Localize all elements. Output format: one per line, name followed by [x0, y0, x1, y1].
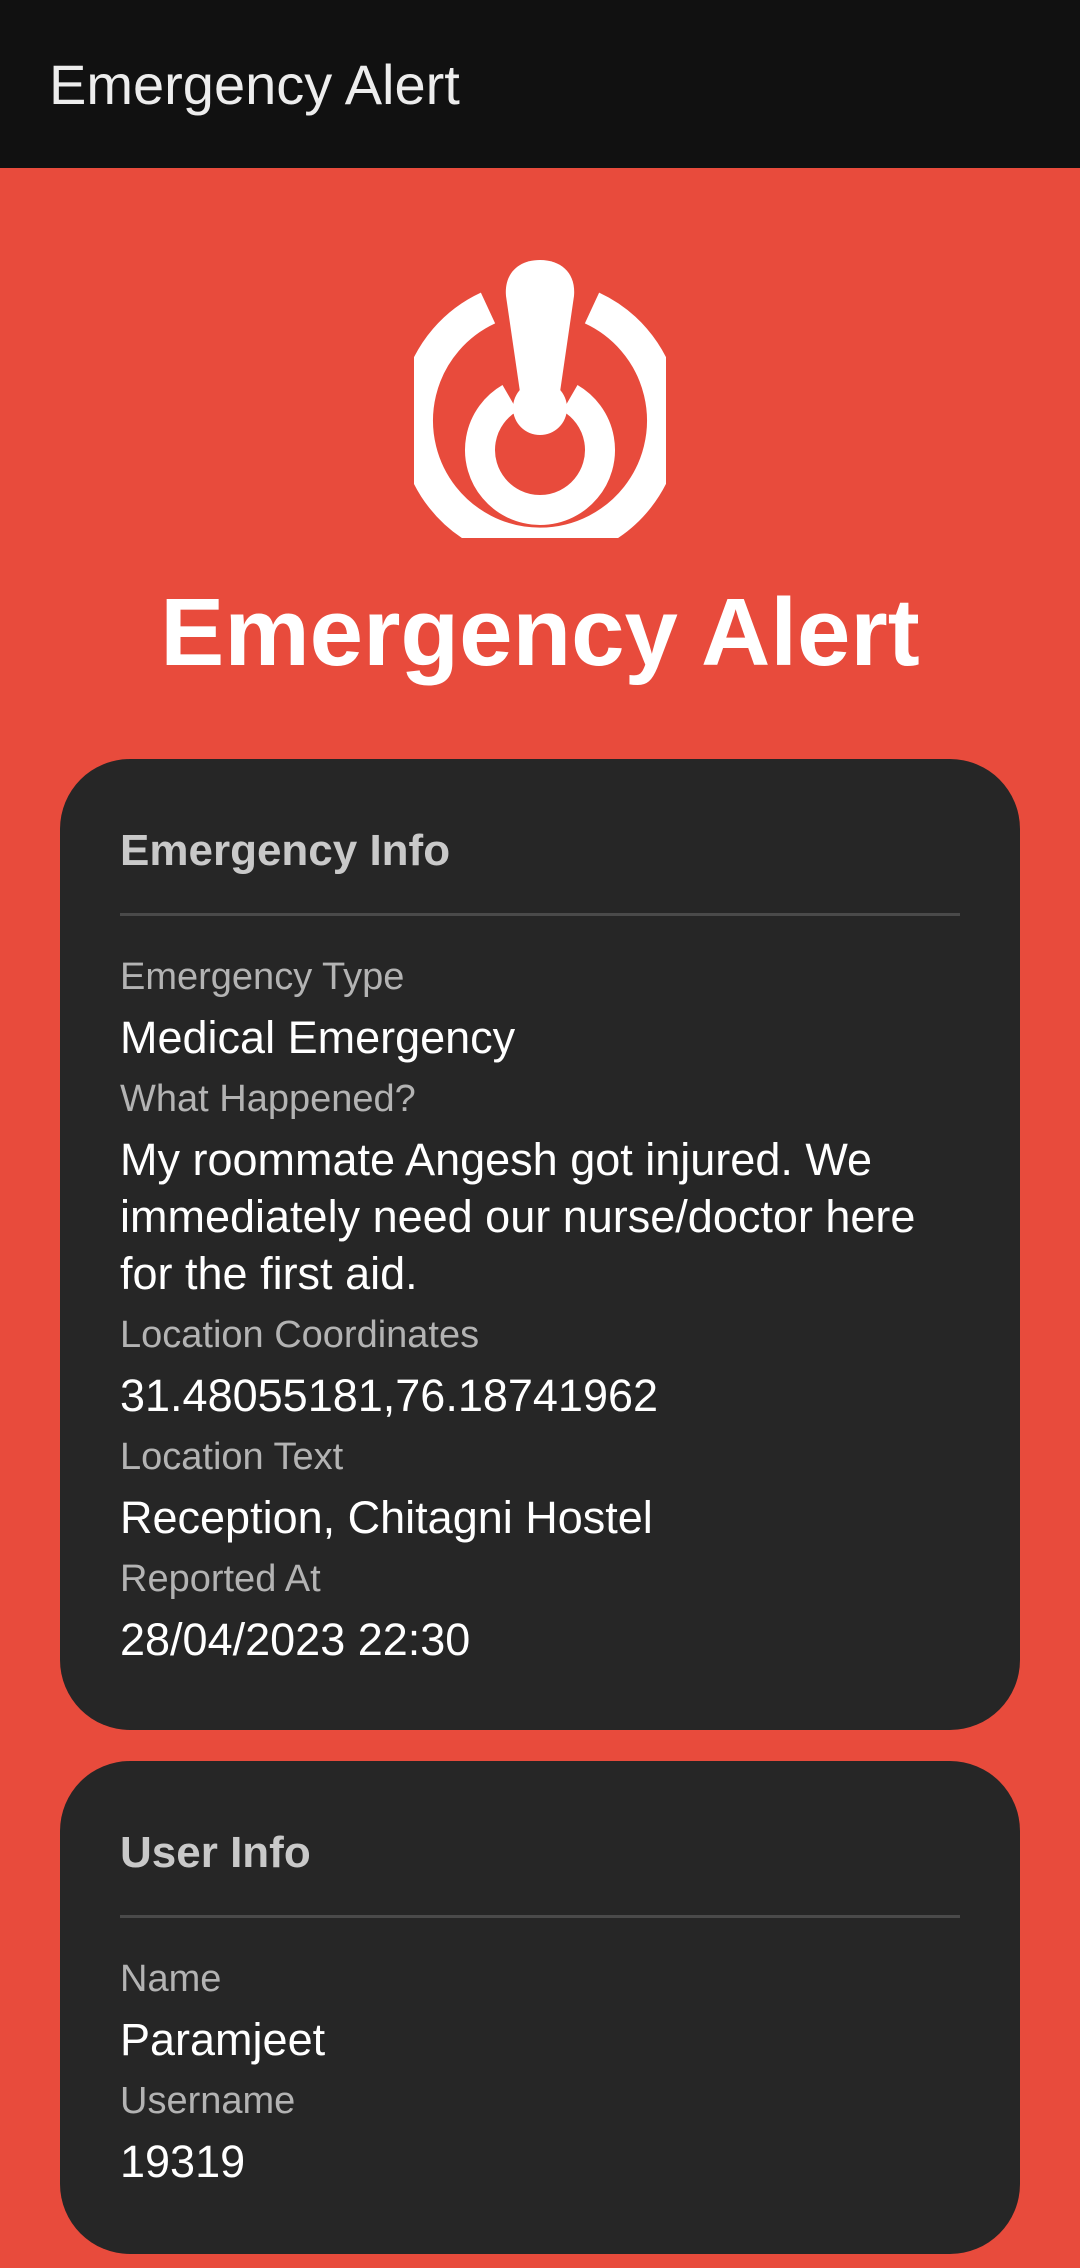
field-label-emergency-type: Emergency Type: [120, 956, 405, 998]
divider: [120, 1915, 960, 1918]
hero-title: Emergency Alert: [160, 579, 920, 686]
field-label-location-coordinates: Location Coordinates: [120, 1314, 480, 1356]
field-label-reported-at: Reported At: [120, 1558, 321, 1600]
field-label-name: Name: [120, 1958, 222, 2000]
app-bar-title: Emergency Alert: [49, 53, 460, 116]
field-value-username: 19319: [120, 2136, 246, 2187]
divider: [120, 913, 960, 916]
field-value-location-coordinates: 31.48055181,76.18741962: [120, 1370, 659, 1421]
user-info-card: User Info Name Paramjeet Username 19319: [60, 1761, 1020, 2254]
field-value-location-text: Reception, Chitagni Hostel: [120, 1492, 653, 1543]
field-value-what-happened: My roommate Angesh got injured. We immed…: [120, 1134, 916, 1299]
emergency-info-card: Emergency Info Emergency Type Medical Em…: [60, 759, 1020, 1730]
field-value-emergency-type: Medical Emergency: [120, 1012, 516, 1063]
card-heading: Emergency Info: [120, 826, 451, 875]
alert-power-icon: [414, 260, 666, 538]
field-value-name: Paramjeet: [120, 2014, 326, 2065]
card-heading: User Info: [120, 1828, 311, 1877]
field-label-location-text: Location Text: [120, 1436, 344, 1478]
field-label-what-happened: What Happened?: [120, 1078, 416, 1120]
app-bar: Emergency Alert: [0, 0, 1080, 168]
field-label-username: Username: [120, 2080, 296, 2122]
field-value-reported-at: 28/04/2023 22:30: [120, 1614, 471, 1665]
